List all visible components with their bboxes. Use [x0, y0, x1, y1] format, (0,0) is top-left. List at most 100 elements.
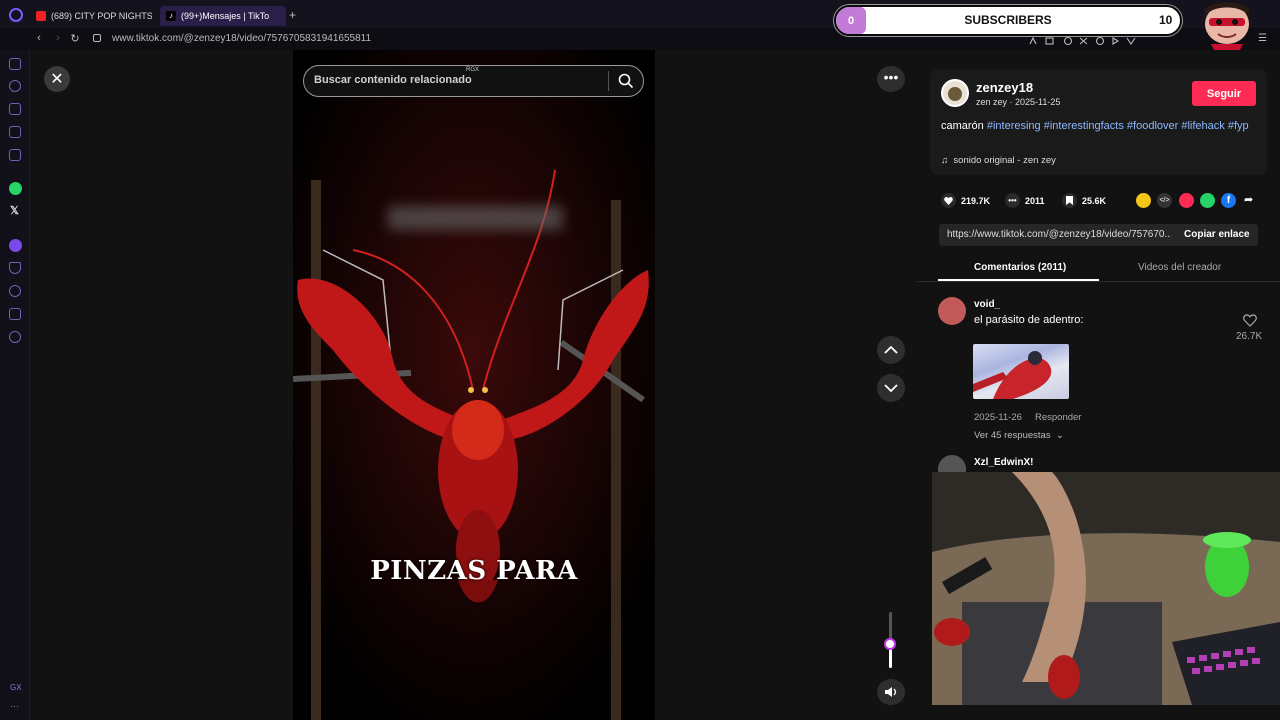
volume-knob[interactable] — [884, 638, 896, 650]
tab-label: (99+)Mensajes | TikTo — [181, 11, 270, 21]
comment-username[interactable]: Xzl_EdwinX! — [974, 457, 1033, 468]
forward-icon[interactable]: › — [52, 32, 64, 44]
volume-button[interactable] — [877, 679, 905, 705]
chevron-down-icon: ⌄ — [1053, 430, 1064, 441]
blurred-text — [388, 206, 563, 230]
post-description: camarón #interesing #interestingfacts #f… — [941, 119, 1251, 134]
next-video-button[interactable] — [877, 374, 905, 402]
streamer-avatar — [1196, 0, 1258, 50]
chevron-down-icon — [884, 384, 898, 393]
active-tab-indicator — [938, 279, 1099, 281]
share-link[interactable]: https://www.tiktok.com/@zenzey18/video/7… — [947, 229, 1171, 240]
tab-comments[interactable]: Comentarios (2011) — [974, 262, 1066, 273]
save-count: 25.6K — [1082, 195, 1107, 206]
sound-link[interactable]: ♫ sonido original - zen zey — [941, 155, 1056, 166]
x-icon[interactable]: 𝕏 — [10, 204, 19, 217]
new-tab-icon[interactable]: + — [289, 8, 296, 22]
view-replies-label: Ver 45 respuestas — [974, 430, 1051, 441]
embed-icon[interactable]: </> — [1157, 193, 1172, 208]
speaker-icon — [885, 687, 897, 697]
sound-label: sonido original - zen zey — [953, 155, 1056, 166]
comment-stat[interactable]: ••• 2011 — [1005, 193, 1045, 208]
comment-image[interactable] — [973, 344, 1069, 399]
search-divider — [608, 71, 609, 91]
hashtag-link[interactable]: #lifehack — [1181, 120, 1224, 132]
youtube-icon — [36, 11, 46, 21]
whatsapp-icon[interactable] — [9, 182, 22, 195]
sidebar-bag-icon[interactable] — [9, 103, 21, 115]
whatsapp-share-icon[interactable] — [1200, 193, 1215, 208]
menu-icon[interactable]: ☰ — [1258, 33, 1267, 44]
sidebar-gx-icon[interactable]: GX — [10, 683, 22, 692]
sidebar-messenger-icon[interactable] — [9, 58, 21, 70]
reply-button[interactable]: Responder — [1035, 412, 1081, 423]
lock-icon — [93, 34, 101, 42]
rgx-tag: RGX — [466, 67, 480, 73]
sidebar-extensions-icon[interactable] — [9, 308, 21, 320]
author-name[interactable]: zenzey18 — [976, 80, 1033, 95]
subscriber-label: SUBSCRIBERS — [964, 13, 1052, 27]
video-caption: PINZAS PARA — [370, 556, 578, 586]
follow-button[interactable]: Seguir — [1192, 81, 1256, 106]
like-stat[interactable]: 219.7K — [941, 193, 990, 208]
tiktok-icon: ♪ — [166, 11, 176, 21]
save-stat[interactable]: 25.6K — [1062, 193, 1106, 208]
search-icon[interactable] — [617, 72, 635, 90]
sidebar-pinned-icon[interactable] — [9, 126, 21, 138]
comment-icon: ••• — [1005, 193, 1020, 208]
comment-date: 2025-11-26 — [974, 412, 1022, 423]
share-send-icon[interactable] — [1179, 193, 1194, 208]
heart-icon — [941, 193, 956, 208]
copy-link-button[interactable]: Copiar enlace — [1184, 229, 1250, 240]
panel-bottom — [917, 705, 1280, 720]
back-icon[interactable]: ‹ — [33, 32, 45, 44]
sidebar-m-icon[interactable] — [9, 149, 21, 161]
tabs-divider — [917, 281, 1280, 282]
view-replies-link[interactable]: Ver 45 respuestas ⌄ — [974, 430, 1064, 441]
more-icon: ••• — [883, 69, 899, 85]
sidebar-clock-icon[interactable] — [9, 285, 21, 297]
spotify-icon[interactable] — [9, 239, 22, 252]
description-text: camarón — [941, 120, 987, 132]
more-options-button[interactable]: ••• — [877, 66, 905, 92]
tab-youtube[interactable]: (689) CITY POP NIGHTS – — [30, 6, 152, 26]
sidebar-history-icon[interactable] — [9, 80, 21, 92]
share-arrow-icon[interactable]: ➦ — [1244, 193, 1253, 206]
hashtag-link[interactable]: #interestingfacts — [1044, 120, 1124, 132]
chevron-up-icon — [884, 345, 898, 354]
share-emoji-icon[interactable] — [1136, 193, 1151, 208]
comment-text: el parásito de adentro: — [974, 314, 1084, 326]
sidebar-more-icon[interactable]: ··· — [10, 701, 19, 711]
comment-like-icon[interactable] — [1243, 314, 1257, 328]
tab-tiktok[interactable]: ♪ (99+)Mensajes | TikTo — [160, 6, 286, 26]
subscriber-goal: 10 — [1159, 13, 1173, 27]
hashtag-link[interactable]: #foodlover — [1127, 120, 1178, 132]
like-count: 219.7K — [961, 195, 991, 206]
hashtag-link[interactable]: #interesing — [987, 120, 1041, 132]
comment-count: 2011 — [1025, 195, 1045, 206]
hashtag-link[interactable]: #fyp — [1228, 120, 1249, 132]
sidebar-bookmark-icon[interactable] — [9, 262, 21, 274]
webcam-overlay — [932, 472, 1280, 705]
facebook-share-icon[interactable]: f — [1221, 193, 1236, 208]
tab-creator-videos[interactable]: Videos del creador — [1138, 262, 1221, 273]
sidebar-settings-icon[interactable] — [9, 331, 21, 343]
crawfish-illustration — [293, 50, 655, 720]
video-backdrop-left — [30, 50, 293, 720]
tab-label: (689) CITY POP NIGHTS – — [51, 11, 152, 21]
bookmark-icon — [1062, 193, 1077, 208]
close-button[interactable]: ✕ — [44, 66, 70, 92]
video-player[interactable] — [293, 50, 655, 720]
reload-icon[interactable]: ↻ — [69, 32, 81, 45]
url-field[interactable]: www.tiktok.com/@zenzey18/video/757670583… — [112, 33, 371, 44]
previous-video-button[interactable] — [877, 336, 905, 364]
author-avatar[interactable] — [941, 79, 969, 107]
opera-logo-icon[interactable] — [9, 8, 23, 22]
search-placeholder[interactable]: Buscar contenido relacionado — [314, 74, 472, 86]
close-icon: ✕ — [50, 71, 64, 88]
music-note-icon: ♫ — [941, 155, 954, 166]
comment-username[interactable]: void_ — [974, 299, 1000, 310]
author-subtitle: zen zey · 2025-11-25 — [976, 97, 1061, 107]
avatar[interactable] — [938, 297, 966, 325]
comment-like-count: 26.7K — [1236, 331, 1263, 342]
